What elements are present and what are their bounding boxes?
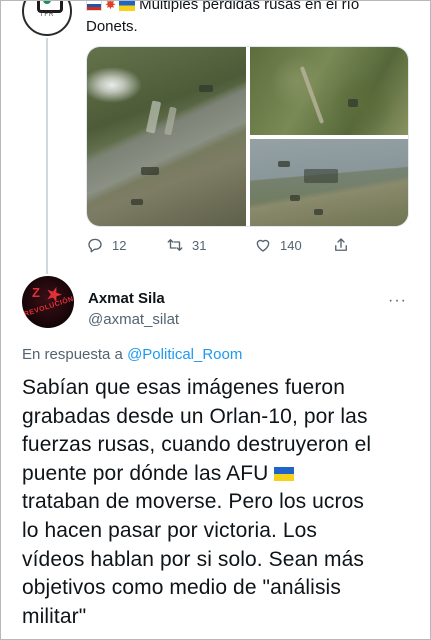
thread-connector-line <box>46 38 48 274</box>
tweet-body-line: militar" <box>22 604 87 628</box>
display-name[interactable]: Axmat Sila <box>88 290 165 307</box>
more-options-icon[interactable]: ··· <box>388 292 407 310</box>
heart-icon <box>256 239 270 252</box>
media-grid <box>86 46 409 227</box>
reply-prefix: En respuesta a <box>22 346 123 363</box>
avatar-label: TFR <box>39 12 55 18</box>
first-tweet-text: ✸ Múltiples pérdidas rusas en el río Don… <box>86 0 416 38</box>
share-button[interactable] <box>332 236 358 254</box>
tweet-body: Sabían que esas imágenes fueron grabadas… <box>22 374 417 631</box>
retweet-count: 31 <box>192 237 207 253</box>
retweet-button[interactable]: 31 <box>166 236 206 254</box>
reply-to-link[interactable]: @Political_Room <box>127 346 242 363</box>
share-icon <box>335 238 347 251</box>
first-tweet-line1: Múltiples pérdidas rusas en el río <box>139 0 360 13</box>
tweet-body-line: vídeos hablan por si solo. Sean más <box>22 547 365 571</box>
user-handle[interactable]: @axmat_silat <box>88 311 179 328</box>
reply-icon <box>88 238 102 253</box>
media-photo-3[interactable] <box>250 139 408 226</box>
tfr-avatar[interactable]: TFR <box>22 0 72 36</box>
reply-count: 12 <box>112 237 127 253</box>
flag-ru-icon <box>86 0 102 11</box>
retweet-icon <box>167 239 183 251</box>
collision-icon: ✸ <box>105 0 116 12</box>
tweet-body-line: Sabían que esas imágenes fueron <box>22 376 345 399</box>
tweet-body-line: trataban de moverse. Pero los ucros <box>22 490 365 514</box>
reply-button[interactable]: 12 <box>86 236 126 254</box>
flag-ua-icon <box>274 467 295 482</box>
tweet-body-line: grabadas desde un Orlan-10, por las <box>22 404 368 428</box>
like-button[interactable]: 140 <box>254 236 302 254</box>
tweet-body-line: fuerzas rusas, cuando destruyeron el <box>22 433 372 457</box>
tweet-body-line: puente por dónde las AFU <box>22 460 417 489</box>
first-tweet-line2: Donets. <box>86 18 138 35</box>
like-count: 140 <box>280 237 302 253</box>
tweet-body-line: lo hacen pasar por victoria. Los <box>22 518 318 542</box>
first-tweet-actions: 12 31 140 <box>86 236 386 256</box>
media-photo-2[interactable] <box>250 47 408 135</box>
reply-context: En respuesta a @Political_Room <box>22 346 242 363</box>
tweet-body-line: objetivos como medio de "análisis <box>22 576 341 600</box>
flag-ua-icon <box>118 0 135 11</box>
user-avatar[interactable]: Z ★ REVOLUCIÓN <box>22 276 74 328</box>
media-photo-1[interactable] <box>87 47 246 226</box>
avatar-glyph: Z <box>32 285 40 300</box>
tweet-body-text: puente por dónde las AFU <box>22 461 269 485</box>
